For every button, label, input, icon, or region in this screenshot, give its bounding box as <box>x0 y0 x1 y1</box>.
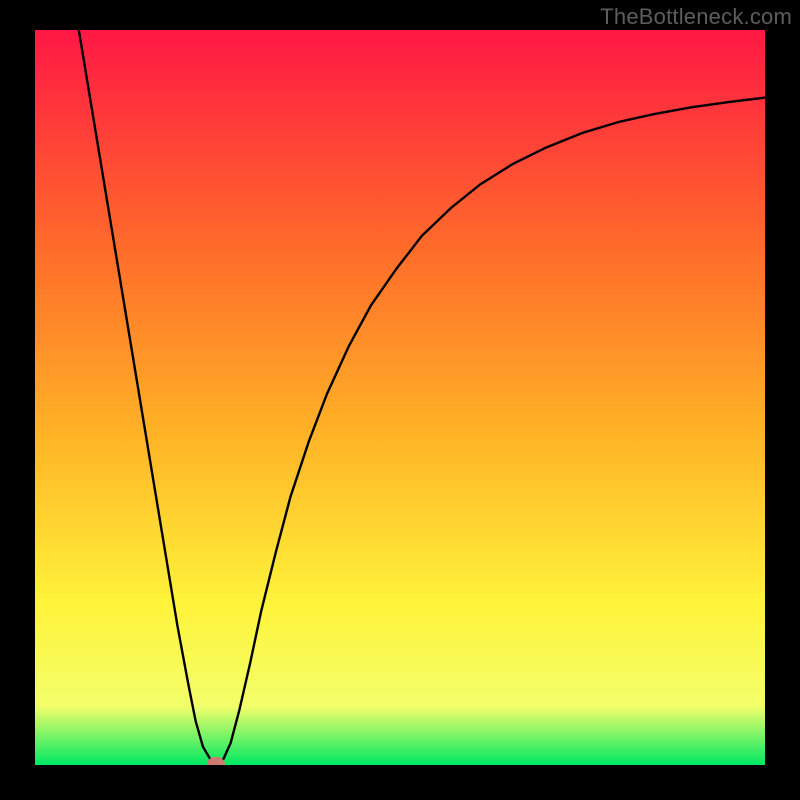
chart-container: TheBottleneck.com <box>0 0 800 800</box>
gradient-background <box>35 30 765 765</box>
plot-area <box>35 30 765 765</box>
plot-svg <box>35 30 765 765</box>
watermark-text: TheBottleneck.com <box>600 4 792 30</box>
